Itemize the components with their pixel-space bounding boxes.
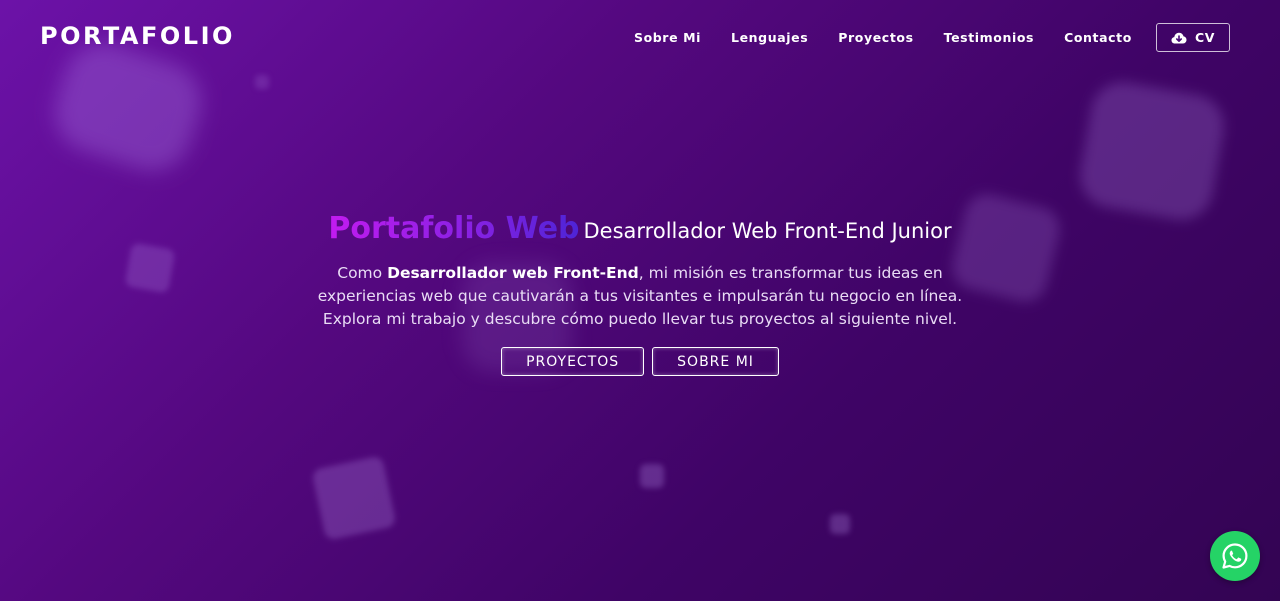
cv-download-button[interactable]: CV xyxy=(1155,23,1230,52)
hero-description: Como Desarrollador web Front-End, mi mis… xyxy=(290,262,990,331)
hero-role-title: Desarrollador Web Front-End Junior xyxy=(583,219,952,243)
decorative-blob xyxy=(311,455,397,541)
cv-button-label: CV xyxy=(1194,30,1215,45)
hero-actions: PROYECTOS SOBRE MI xyxy=(0,347,1280,376)
hero-desc-prefix: Como xyxy=(337,264,388,282)
whatsapp-button[interactable] xyxy=(1210,531,1260,581)
cloud-download-icon xyxy=(1171,32,1187,43)
nav-link-sobre-mi[interactable]: Sobre Mi xyxy=(634,30,701,45)
sobre-mi-button[interactable]: SOBRE MI xyxy=(652,347,779,376)
whatsapp-icon xyxy=(1222,543,1248,569)
decorative-blob xyxy=(1075,77,1229,225)
decorative-blob xyxy=(640,464,664,488)
proyectos-button[interactable]: PROYECTOS xyxy=(501,347,645,376)
site-header: PORTAFOLIO Sobre Mi Lenguajes Proyectos … xyxy=(0,0,1280,74)
brand-logo[interactable]: PORTAFOLIO xyxy=(40,22,235,50)
decorative-blob xyxy=(830,514,850,534)
decorative-blob xyxy=(255,75,269,89)
hero-section: Portafolio Web Desarrollador Web Front-En… xyxy=(0,208,1280,376)
nav-link-contacto[interactable]: Contacto xyxy=(1064,30,1132,45)
nav-link-lenguajes[interactable]: Lenguajes xyxy=(731,30,808,45)
hero-desc-bold: Desarrollador web Front-End xyxy=(387,264,639,282)
hero-highlight-title: Portafolio Web xyxy=(328,211,580,246)
hero-heading: Portafolio Web Desarrollador Web Front-En… xyxy=(0,208,1280,246)
nav-link-testimonios[interactable]: Testimonios xyxy=(944,30,1034,45)
main-nav: Sobre Mi Lenguajes Proyectos Testimonios… xyxy=(634,23,1230,52)
nav-link-proyectos[interactable]: Proyectos xyxy=(838,30,913,45)
